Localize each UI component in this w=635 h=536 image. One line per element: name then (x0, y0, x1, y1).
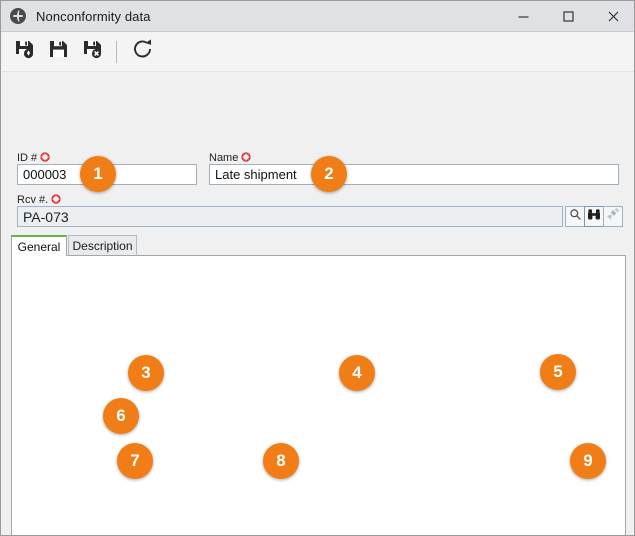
callout-badge-9: 9 (570, 443, 606, 479)
globe-icon (10, 8, 26, 24)
refresh-icon (131, 37, 155, 66)
binoculars-icon (587, 208, 601, 226)
callout-badge-8: 8 (263, 443, 299, 479)
tab-description[interactable]: Description (68, 235, 137, 256)
tab-general[interactable]: General (11, 235, 67, 256)
required-marker-icon (51, 194, 61, 204)
save-button[interactable] (44, 37, 74, 67)
callout-badge-1: 1 (80, 156, 116, 192)
required-marker-icon (40, 152, 50, 162)
magnifier-icon (569, 208, 582, 226)
form-area: ID # 000003 Name Late shipment Rcv #. PA… (2, 72, 634, 535)
rcv-search-button[interactable] (565, 206, 585, 227)
close-button[interactable] (591, 1, 634, 32)
rcv-find-button[interactable] (584, 206, 604, 227)
callout-badge-6: 6 (103, 398, 139, 434)
rcv-clear-button[interactable] (603, 206, 623, 227)
brush-icon (606, 207, 620, 226)
save-new-button[interactable] (10, 37, 40, 67)
save-icon (47, 37, 71, 66)
save-close-icon (81, 37, 105, 66)
save-close-button[interactable] (78, 37, 108, 67)
window-controls (501, 1, 634, 32)
toolbar-separator (116, 40, 117, 63)
general-tab-panel (11, 255, 626, 535)
save-add-icon (13, 37, 37, 66)
title-bar: Nonconformity data (1, 1, 634, 32)
maximize-button[interactable] (546, 1, 591, 32)
callout-badge-2: 2 (311, 156, 347, 192)
minimize-button[interactable] (501, 1, 546, 32)
callout-badge-7: 7 (117, 443, 153, 479)
rcv-field[interactable]: PA-073 (17, 206, 563, 227)
callout-badge-5: 5 (540, 354, 576, 390)
name-field[interactable]: Late shipment (209, 164, 619, 185)
callout-badge-4: 4 (339, 355, 375, 391)
window-title: Nonconformity data (36, 8, 151, 24)
required-marker-icon (241, 152, 251, 162)
callout-badge-3: 3 (128, 355, 164, 391)
refresh-button[interactable] (128, 37, 158, 67)
toolbar (2, 32, 634, 72)
tab-strip: General Description (11, 235, 626, 256)
nonconformity-data-window: Nonconformity data ID # 000003 Name Late… (0, 0, 635, 536)
